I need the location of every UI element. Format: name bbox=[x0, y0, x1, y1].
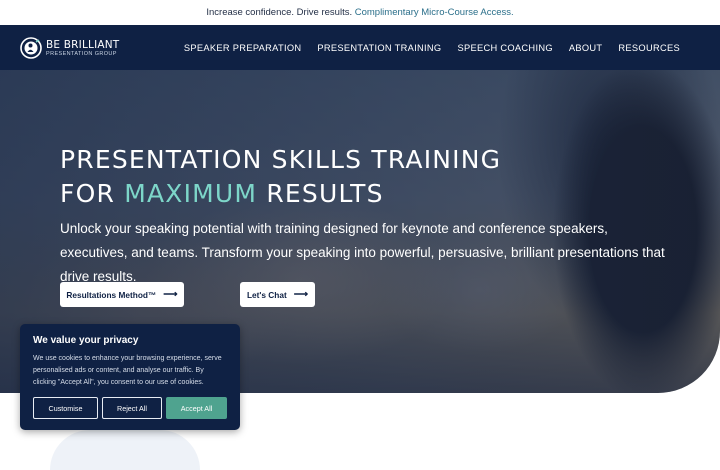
decorative-shape bbox=[50, 430, 200, 470]
cookie-actions: Customise Reject All Accept All bbox=[33, 397, 227, 419]
announcement-text: Increase confidence. Drive results. bbox=[206, 7, 353, 18]
nav-item-speech-coaching[interactable]: SPEECH COACHING bbox=[457, 43, 552, 53]
headline-line-1: PRESENTATION SKILLS TRAINING bbox=[60, 145, 502, 174]
headline-prefix: FOR bbox=[60, 179, 116, 208]
logo-icon bbox=[20, 37, 42, 59]
nav-item-resources[interactable]: RESOURCES bbox=[618, 43, 680, 53]
headline-accent: MAXIMUM bbox=[124, 179, 258, 208]
announcement-bar: Increase confidence. Drive results. Comp… bbox=[0, 0, 720, 25]
hero-subtext: Unlock your speaking potential with trai… bbox=[60, 221, 665, 284]
arrow-right-icon: ⟶ bbox=[163, 289, 178, 300]
nav-menu: SPEAKER PREPARATION PRESENTATION TRAININ… bbox=[184, 25, 680, 70]
hero-headline: PRESENTATION SKILLS TRAINING FOR MAXIMUM… bbox=[60, 143, 501, 211]
nav-item-about[interactable]: ABOUT bbox=[569, 43, 603, 53]
resultations-method-label: Resultations Method™ bbox=[66, 289, 157, 300]
main-navigation: BE BRILLIANT PRESENTATION GROUP SPEAKER … bbox=[0, 25, 720, 70]
brand-logo[interactable]: BE BRILLIANT PRESENTATION GROUP bbox=[20, 37, 119, 59]
brand-name: BE BRILLIANT bbox=[46, 38, 120, 51]
reject-all-button[interactable]: Reject All bbox=[102, 397, 162, 419]
resultations-method-button[interactable]: Resultations Method™ ⟶ bbox=[60, 282, 184, 307]
lets-chat-label: Let's Chat bbox=[246, 289, 287, 300]
headline-suffix: RESULTS bbox=[266, 179, 384, 208]
arrow-right-icon: ⟶ bbox=[293, 289, 309, 300]
micro-course-link[interactable]: Complimentary Micro-Course Access. bbox=[355, 7, 514, 18]
nav-item-presentation-training[interactable]: PRESENTATION TRAINING bbox=[317, 43, 441, 53]
lets-chat-button[interactable]: Let's Chat ⟶ bbox=[240, 282, 315, 307]
cookie-consent-banner: We value your privacy We use cookies to … bbox=[20, 324, 240, 430]
customise-button[interactable]: Customise bbox=[33, 397, 98, 419]
cookie-title: We value your privacy bbox=[33, 335, 139, 346]
nav-item-speaker-preparation[interactable]: SPEAKER PREPARATION bbox=[184, 43, 301, 53]
brand-text: BE BRILLIANT PRESENTATION GROUP bbox=[46, 39, 119, 58]
cookie-body: We use cookies to enhance your browsing … bbox=[33, 355, 222, 387]
accept-all-button[interactable]: Accept All bbox=[166, 397, 227, 419]
brand-tagline: PRESENTATION GROUP bbox=[46, 50, 117, 57]
